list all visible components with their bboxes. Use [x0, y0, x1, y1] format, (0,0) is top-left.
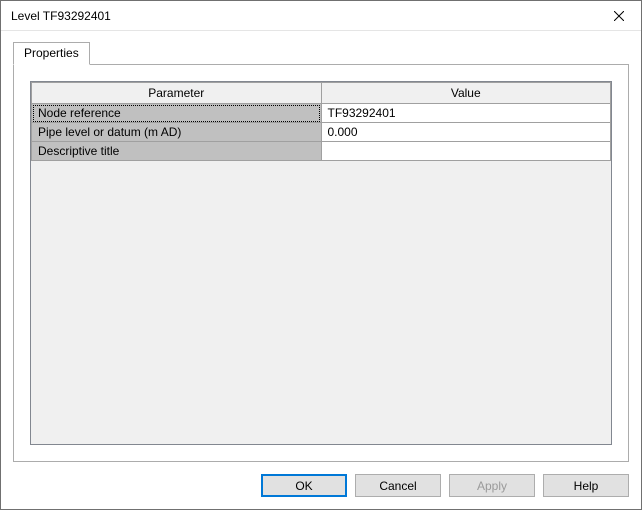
- button-row: OK Cancel Apply Help: [13, 462, 629, 497]
- property-grid: Parameter Value Node reference TF9329240…: [30, 81, 612, 445]
- table-row[interactable]: Descriptive title: [32, 142, 611, 161]
- tab-panel-properties: Parameter Value Node reference TF9329240…: [13, 64, 629, 462]
- titlebar: Level TF93292401: [1, 1, 641, 31]
- param-cell[interactable]: Pipe level or datum (m AD): [32, 123, 322, 142]
- table-row[interactable]: Pipe level or datum (m AD) 0.000: [32, 123, 611, 142]
- ok-button[interactable]: OK: [261, 474, 347, 497]
- col-parameter[interactable]: Parameter: [32, 83, 322, 104]
- close-icon: [614, 11, 624, 21]
- grid-empty-area: [31, 161, 611, 444]
- dialog-window: Level TF93292401 Properties Parameter: [0, 0, 642, 510]
- value-cell[interactable]: 0.000: [321, 123, 611, 142]
- property-table: Parameter Value Node reference TF9329240…: [31, 82, 611, 161]
- tab-properties[interactable]: Properties: [13, 42, 90, 65]
- client-area: Properties Parameter Value: [1, 31, 641, 509]
- value-cell[interactable]: TF93292401: [321, 104, 611, 123]
- apply-button[interactable]: Apply: [449, 474, 535, 497]
- table-row[interactable]: Node reference TF93292401: [32, 104, 611, 123]
- help-button[interactable]: Help: [543, 474, 629, 497]
- value-cell[interactable]: [321, 142, 611, 161]
- table-header-row: Parameter Value: [32, 83, 611, 104]
- close-button[interactable]: [596, 1, 641, 30]
- tabstrip: Properties: [13, 41, 629, 64]
- col-value[interactable]: Value: [321, 83, 611, 104]
- param-cell[interactable]: Node reference: [32, 104, 322, 123]
- window-title: Level TF93292401: [11, 9, 596, 23]
- cancel-button[interactable]: Cancel: [355, 474, 441, 497]
- param-cell[interactable]: Descriptive title: [32, 142, 322, 161]
